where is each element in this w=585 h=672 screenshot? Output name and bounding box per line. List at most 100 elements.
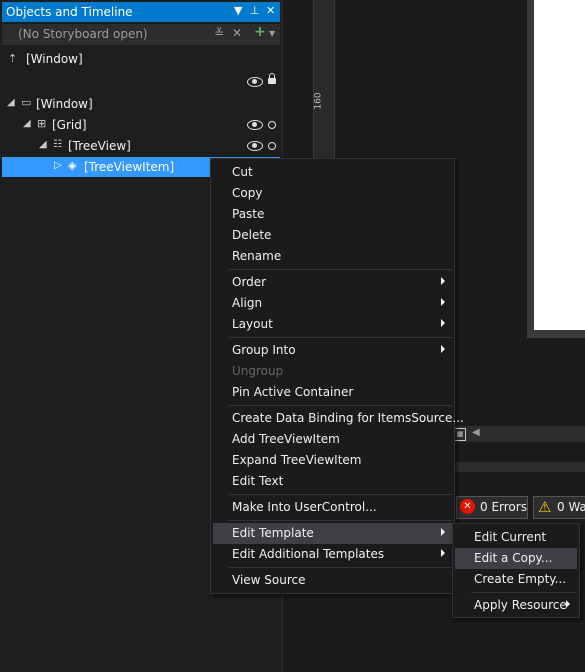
submenu-arrow-icon [441, 298, 445, 306]
treeviewitem-icon: ◈ [68, 159, 77, 172]
menu-item-expand-treeviewitem[interactable]: Expand TreeViewItem [213, 450, 452, 471]
submenu-arrow-icon [441, 528, 445, 536]
menu-item-layout[interactable]: Layout [213, 314, 452, 335]
expand-arrow-icon[interactable]: ◢ [23, 118, 31, 129]
panel-title-bar: Objects and Timeline ▼ ⊥ ✕ [2, 2, 280, 22]
grid-icon: ⊞ [37, 117, 47, 130]
collapsed-arrow-icon[interactable]: ▷ [54, 160, 62, 171]
submenu-item-edit-a-copy[interactable]: Edit a Copy... [455, 548, 577, 569]
menu-separator [229, 520, 452, 521]
menu-item-label: Edit Current [474, 530, 547, 544]
tree-item-label: [Window] [36, 97, 93, 111]
menu-item-align[interactable]: Align [213, 293, 452, 314]
tree-item-label: [Grid] [52, 118, 87, 132]
errors-count: 0 Errors [480, 500, 527, 514]
tree-item-grid[interactable]: ◢ ⊞ [Grid] [2, 115, 280, 135]
errors-button[interactable]: ✕ 0 Errors [456, 496, 528, 519]
menu-item-label: Ungroup [232, 364, 284, 378]
menu-item-label: Copy [232, 186, 263, 200]
submenu-arrow-icon [566, 600, 570, 608]
menu-item-label: Edit Template [232, 526, 314, 540]
menu-separator [471, 592, 577, 593]
menu-item-label: Align [232, 296, 263, 310]
window-icon: ▭ [21, 96, 32, 109]
menu-item-order[interactable]: Order [213, 272, 452, 293]
menu-item-copy[interactable]: Copy [213, 183, 452, 204]
menu-item-pin-active-container[interactable]: Pin Active Container [213, 382, 452, 403]
menu-item-edit-additional-templates[interactable]: Edit Additional Templates [213, 544, 452, 565]
menu-item-label: Expand TreeViewItem [232, 453, 362, 467]
eye-icon[interactable] [247, 120, 263, 130]
edit-template-submenu: Edit Current Edit a Copy... Create Empty… [452, 523, 580, 618]
menu-item-label: Paste [232, 207, 265, 221]
close-storyboard-icon[interactable]: ✕ [232, 26, 242, 40]
pin-icon[interactable]: ⊥ [250, 4, 260, 17]
menu-item-edit-template[interactable]: Edit Template [213, 523, 452, 544]
menu-item-label: View Source [232, 573, 306, 587]
submenu-arrow-icon [441, 345, 445, 353]
ruler-tick-label: 160 [313, 92, 324, 110]
menu-item-paste[interactable]: Paste [213, 204, 452, 225]
zoom-fit-icon[interactable]: ▦ [454, 428, 466, 441]
storyboard-label: (No Storyboard open) [18, 27, 148, 41]
tree-item-window[interactable]: ◢ ▭ [Window] [2, 94, 280, 114]
menu-item-label: Create Data Binding for ItemsSource... [232, 411, 464, 425]
menu-item-label: Edit a Copy... [474, 551, 553, 565]
menu-item-ungroup: Ungroup [213, 361, 452, 382]
artboard[interactable] [534, 0, 585, 330]
expand-arrow-icon[interactable]: ◢ [39, 139, 47, 150]
lock-icon[interactable] [268, 73, 276, 84]
menu-item-add-treeviewitem[interactable]: Add TreeViewItem [213, 429, 452, 450]
collapse-icon[interactable]: ≚ [214, 26, 224, 40]
menu-item-label: Edit Text [232, 474, 284, 488]
menu-item-view-source[interactable]: View Source [213, 570, 452, 591]
menu-item-label: Order [232, 275, 267, 289]
add-storyboard-icon[interactable]: + [254, 24, 266, 40]
menu-item-label: Cut [232, 165, 253, 179]
menu-item-label: Edit Additional Templates [232, 547, 385, 561]
warnings-count: 0 Wa [557, 500, 585, 514]
menu-item-edit-text[interactable]: Edit Text [213, 471, 452, 492]
menu-item-group-into[interactable]: Group Into [213, 340, 452, 361]
storyboard-selector[interactable]: (No Storyboard open) ≚ ✕ + ▼ [2, 24, 280, 45]
tree-item-label: [TreeViewItem] [84, 160, 175, 174]
menu-item-label: Pin Active Container [232, 385, 354, 399]
menu-separator [229, 567, 452, 568]
menu-separator [229, 269, 452, 270]
menu-item-delete[interactable]: Delete [213, 225, 452, 246]
scope-up-icon[interactable]: ⇡ [8, 52, 17, 65]
submenu-item-create-empty[interactable]: Create Empty... [455, 569, 577, 590]
root-scope-row[interactable]: ⇡ [Window] [2, 49, 280, 69]
dropdown-arrow-icon[interactable]: ▼ [234, 4, 242, 17]
submenu-item-edit-current[interactable]: Edit Current [455, 527, 577, 548]
menu-item-make-into-usercontrol[interactable]: Make Into UserControl... [213, 497, 452, 518]
submenu-arrow-icon [441, 277, 445, 285]
menu-item-label: Apply Resource [474, 598, 567, 612]
warning-icon: ⚠ [538, 498, 552, 516]
lock-toggle-icon[interactable] [268, 142, 276, 150]
menu-item-cut[interactable]: Cut [213, 162, 452, 183]
menu-item-label: Group Into [232, 343, 296, 357]
menu-item-label: Create Empty... [474, 572, 567, 586]
menu-separator [229, 494, 452, 495]
submenu-arrow-icon [441, 319, 445, 327]
splitter[interactable] [452, 462, 585, 472]
treeview-icon: ☷ [53, 139, 62, 150]
close-icon[interactable]: ✕ [266, 4, 275, 17]
menu-item-label: Layout [232, 317, 273, 331]
eye-icon[interactable] [247, 141, 263, 151]
eye-icon[interactable] [247, 77, 263, 87]
menu-separator [229, 337, 452, 338]
menu-item-label: Add TreeViewItem [232, 432, 340, 446]
storyboard-dropdown-icon[interactable]: ▼ [269, 29, 275, 38]
visibility-header-row [2, 72, 280, 92]
warnings-button[interactable]: ⚠ 0 Wa [533, 496, 585, 519]
submenu-item-apply-resource[interactable]: Apply Resource [455, 595, 577, 616]
menu-item-create-data-binding[interactable]: Create Data Binding for ItemsSource... [213, 408, 464, 429]
tree-item-treeview[interactable]: ◢ ☷ [TreeView] [2, 136, 280, 156]
expand-arrow-icon[interactable]: ◢ [7, 97, 15, 108]
lock-toggle-icon[interactable] [268, 121, 276, 129]
submenu-arrow-icon [441, 549, 445, 557]
scroll-left-icon[interactable]: ◀ [472, 427, 480, 438]
menu-item-rename[interactable]: Rename [213, 246, 452, 267]
